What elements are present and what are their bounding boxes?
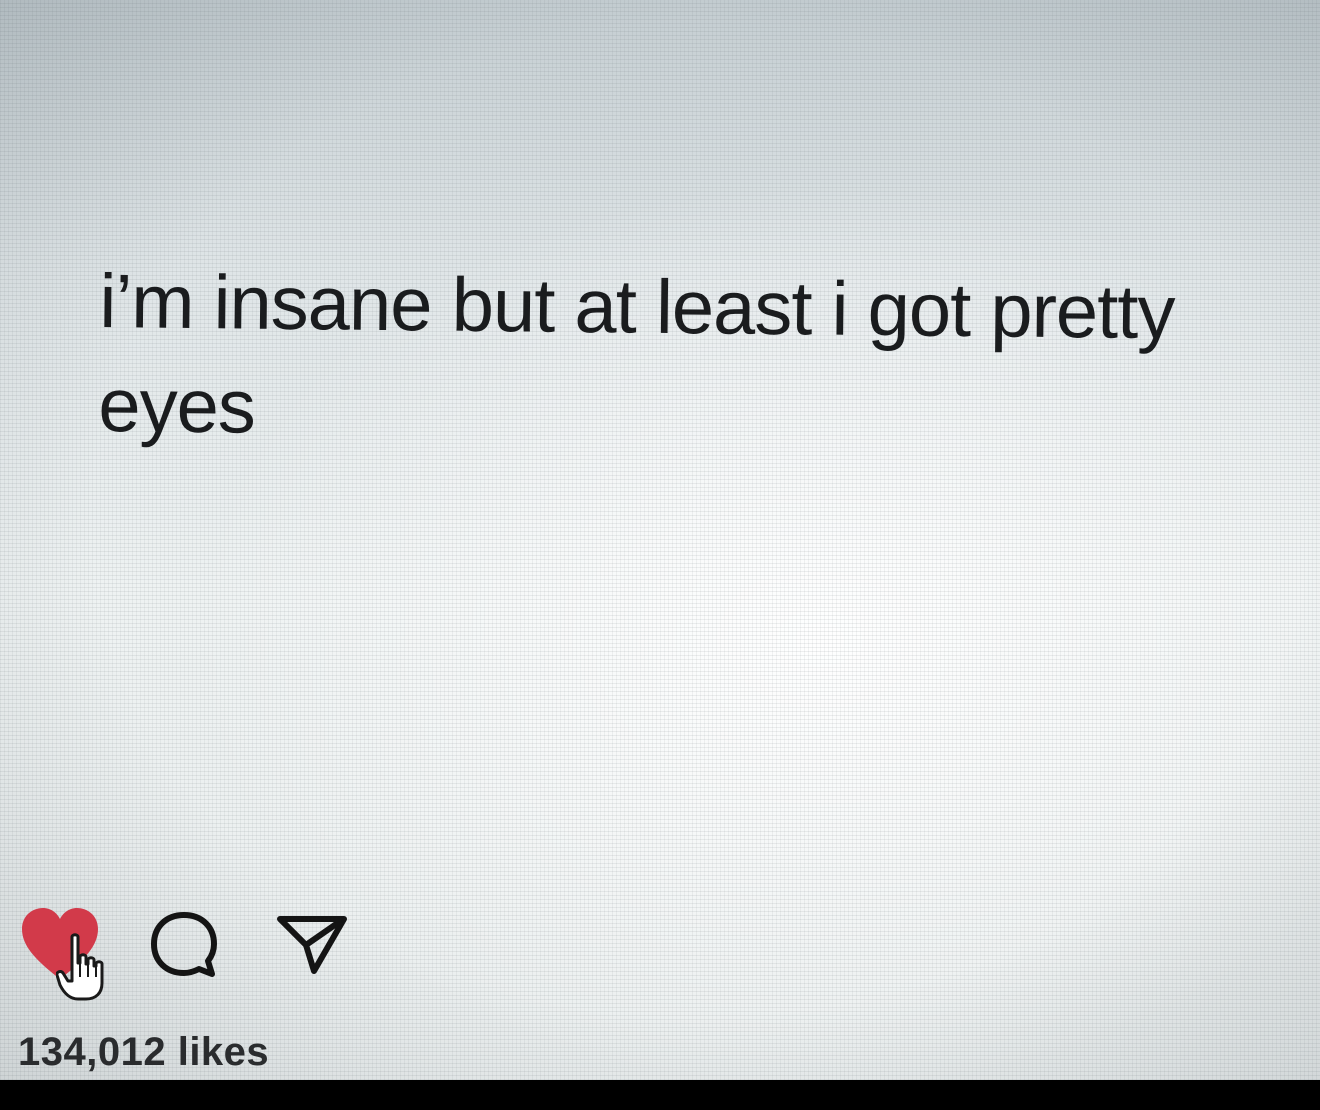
send-paper-plane-icon[interactable] (276, 911, 348, 977)
post-screen: i’m insane but at least i got pretty eye… (0, 0, 1320, 1080)
comment-bubble-icon[interactable] (148, 909, 220, 981)
post-text: i’m insane but at least i got pretty eye… (97, 258, 1175, 450)
hand-pointer-icon (56, 933, 104, 1001)
likes-count[interactable]: 134,012 likes (18, 1030, 269, 1075)
post-actions (20, 905, 380, 1005)
bottom-black-bar (0, 1080, 1320, 1110)
